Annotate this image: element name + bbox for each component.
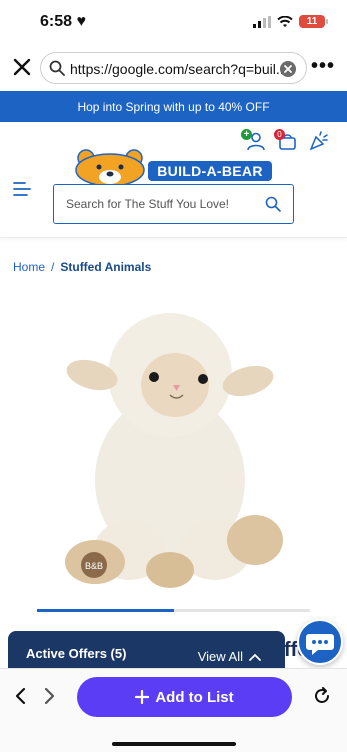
active-offers-panel[interactable]: Active Offers (5) View All bbox=[8, 631, 285, 673]
party-popper-icon bbox=[309, 131, 328, 151]
status-icons: 11 bbox=[253, 15, 328, 28]
account-badge: + bbox=[241, 129, 252, 140]
time-text: 6:58 bbox=[40, 13, 73, 30]
promo-text: Hop into Spring with up to 40% OFF bbox=[77, 99, 270, 114]
url-field[interactable]: https://google.com/search?q=buil... bbox=[40, 52, 307, 84]
carousel-progress-fill bbox=[37, 609, 174, 612]
home-indicator bbox=[112, 742, 236, 746]
add-to-list-label: Add to List bbox=[155, 688, 234, 706]
paw-logo-text: B&B bbox=[85, 561, 103, 571]
browser-toolbar: https://google.com/search?q=buil... ••• bbox=[0, 50, 347, 86]
forward-arrow-icon[interactable] bbox=[42, 687, 56, 705]
site-search-input[interactable]: Search for The Stuff You Love! bbox=[53, 184, 294, 224]
party-button[interactable] bbox=[309, 131, 329, 151]
back-arrow-icon[interactable] bbox=[14, 687, 28, 705]
breadcrumb-separator: / bbox=[51, 260, 55, 274]
chat-button[interactable] bbox=[297, 619, 343, 665]
search-placeholder: Search for The Stuff You Love! bbox=[66, 197, 230, 211]
clear-icon[interactable] bbox=[280, 61, 296, 77]
promo-banner[interactable]: Hop into Spring with up to 40% OFF bbox=[0, 91, 347, 122]
heart-icon: ♥ bbox=[76, 13, 86, 30]
logo-text: BUILD-A-BEAR bbox=[148, 161, 272, 181]
menu-icon[interactable] bbox=[13, 182, 31, 196]
offers-title: Active Offers (5) bbox=[26, 646, 127, 661]
status-bar: 6:58 ♥ 11 bbox=[0, 0, 347, 44]
lamb-plush-image: B&B bbox=[65, 313, 283, 588]
wifi-icon bbox=[277, 15, 293, 27]
search-icon[interactable] bbox=[265, 196, 281, 212]
plus-icon bbox=[135, 690, 150, 704]
cart-button[interactable]: 0 bbox=[274, 129, 297, 151]
bottom-toolbar: Add to List bbox=[0, 668, 347, 752]
battery-level: 11 bbox=[306, 16, 318, 27]
chat-icon bbox=[306, 634, 334, 655]
signal-icon bbox=[253, 15, 271, 28]
status-time: 6:58 ♥ bbox=[40, 13, 86, 31]
url-text: https://google.com/search?q=buil... bbox=[70, 61, 288, 77]
breadcrumb-home[interactable]: Home bbox=[13, 260, 45, 274]
more-icon[interactable]: ••• bbox=[311, 55, 335, 78]
bear-logo-icon bbox=[75, 149, 145, 187]
cart-count: 0 bbox=[274, 129, 285, 140]
product-image[interactable]: B&B bbox=[30, 295, 320, 595]
breadcrumb: Home / Stuffed Animals bbox=[13, 260, 151, 274]
view-all-button[interactable]: View All bbox=[198, 649, 261, 664]
breadcrumb-current[interactable]: Stuffed Animals bbox=[60, 260, 151, 274]
refresh-icon[interactable] bbox=[313, 687, 331, 705]
search-icon bbox=[49, 60, 65, 76]
add-to-list-button[interactable]: Add to List bbox=[77, 677, 292, 717]
chevron-up-icon bbox=[249, 653, 261, 661]
build-a-bear-logo[interactable]: BUILD-A-BEAR bbox=[72, 148, 276, 187]
carousel-progress bbox=[37, 609, 310, 612]
close-icon[interactable] bbox=[11, 56, 33, 78]
site-header: + 0 BUILD-A-BEAR Search for The Stuff Yo… bbox=[0, 122, 347, 238]
battery-icon: 11 bbox=[299, 15, 328, 28]
view-all-label: View All bbox=[197, 649, 243, 664]
